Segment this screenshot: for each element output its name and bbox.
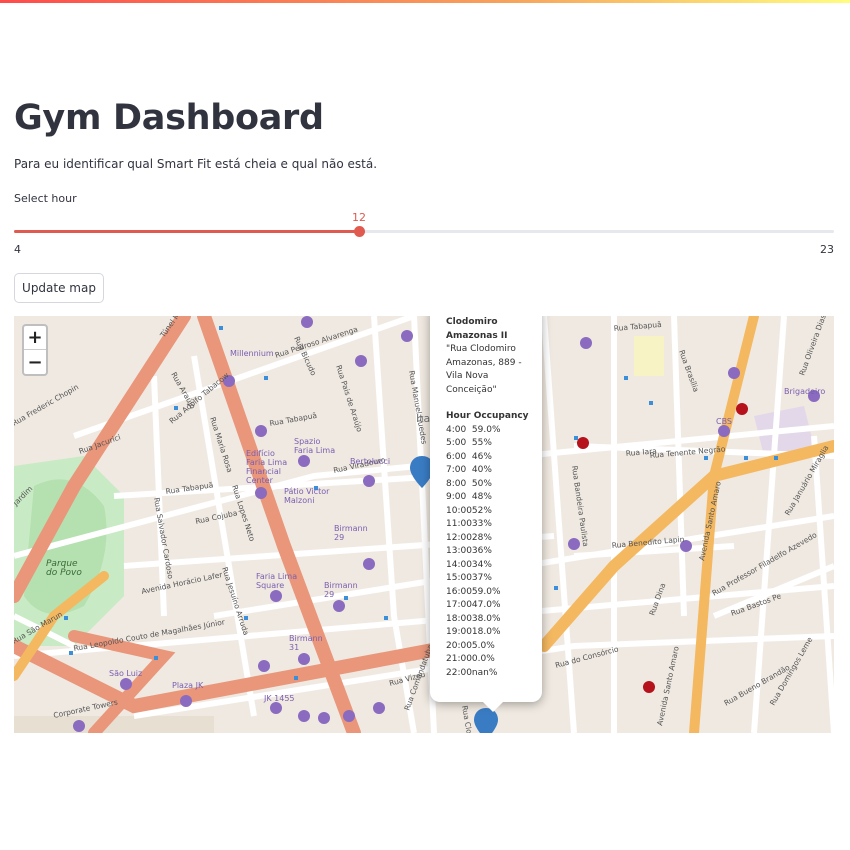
popup-occupancy-row: 17:0047.0% <box>446 600 501 610</box>
zoom-out-button[interactable]: − <box>24 350 46 374</box>
label-rua-brasilia: Rua Brasília <box>677 349 701 394</box>
popup-occupancy-row: 13:0036% <box>446 546 492 556</box>
popup-occupancy-row: 21:000.0% <box>446 654 495 664</box>
label-rua-clodomiro: Rua Clodo <box>460 705 476 733</box>
popup-occupancy-row: 18:0038.0% <box>446 613 501 624</box>
popup-occupancy-row: 11:0033% <box>446 519 492 529</box>
label-rua-cojuba: Rua Cojuba <box>195 508 239 526</box>
label-cbs: CBS <box>716 417 732 426</box>
label-patio: Pátio Victor Malzoni <box>284 487 330 505</box>
popup-occupancy-row: 9:00 48% <box>446 492 492 502</box>
label-parque: Parque do Povo <box>46 559 82 578</box>
popup-occupancy-list: 4:00 59.0% 5:00 55% 6:00 46% 7:00 40% 8:00 5… <box>446 424 534 681</box>
popup-occupancy-row: 5:00 55% <box>446 438 492 448</box>
map-view[interactable]: Rua Pedroso Alvarenga Rua Tabapuã Rua Ta… <box>14 316 834 733</box>
label-bertolucci: Bertolucci <box>350 457 390 466</box>
popup-occupancy-row: 8:00 50% <box>446 478 492 489</box>
zoom-in-button[interactable]: + <box>24 326 46 350</box>
popup-occupancy-row: 7:00 40% <box>446 465 492 475</box>
label-rua-oliveira: Rua Oliveira Dias <box>797 316 827 377</box>
popup-table-header: Hour Occupancy <box>446 411 529 421</box>
label-rua-frederico: Rua Frederic Chopin <box>14 382 80 427</box>
popup-occupancy-row: 10:0052% <box>446 505 492 516</box>
label-edificio: Edifício Faria Lima Financial Center <box>246 449 287 485</box>
popup-gym-name: Clodomiro Amazonas II <box>446 317 508 341</box>
popup-tip <box>483 702 503 712</box>
label-rua-tabapua-3: Rua Tabapuã <box>613 320 662 333</box>
map-tiles[interactable]: Rua Pedroso Alvarenga Rua Tabapuã Rua Ta… <box>14 316 834 733</box>
popup-occupancy-row: 22:00nan% <box>446 667 498 678</box>
hour-slider[interactable]: 12 4 23 <box>14 210 834 260</box>
popup-occupancy-row: 19:0018.0% <box>446 627 501 637</box>
label-birmann29a: Birmann 29 <box>334 524 368 542</box>
slider-min-label: 4 <box>14 243 21 256</box>
label-av-santo-amaro-2: Avenida Santo Amaro <box>655 645 681 726</box>
popup-occupancy-row: 20:005.0% <box>446 640 495 651</box>
label-rua-pais-araujo: Rua Pais de Araújo <box>334 364 364 434</box>
park-label: Parque do Povo <box>46 559 82 578</box>
label-rua-bandeira: Rua Bandeira Paulista <box>570 465 590 547</box>
label-av-horacio: Avenida Horácio Lafer <box>141 570 224 596</box>
popup-occupancy-row: 6:00 46% <box>446 451 492 462</box>
slider-value: 12 <box>352 211 366 224</box>
update-map-button[interactable]: Update map <box>14 273 104 303</box>
popup-occupancy-row: 16:0059.0% <box>446 586 501 597</box>
page-title: Gym Dashboard <box>14 98 324 138</box>
popup-occupancy-row: 4:00 59.0% <box>446 424 501 435</box>
slider-thumb[interactable] <box>354 226 365 237</box>
top-decoration-bar <box>0 0 850 3</box>
slider-fill <box>14 230 359 233</box>
slider-max-label: 23 <box>820 243 834 256</box>
popup-occupancy-row: 12:0028% <box>446 532 492 543</box>
zoom-control: + − <box>22 324 48 376</box>
popup-occupancy-row: 14:0034% <box>446 559 492 570</box>
label-jk1455: JK 1455 <box>263 694 295 703</box>
popup-gym-address: "Rua Clodomiro Amazonas, 889 - Vila Nova… <box>446 344 522 395</box>
gym-popup: Clodomiro Amazonas II "Rua Clodomiro Ama… <box>430 316 542 702</box>
slider-label: Select hour <box>14 192 77 205</box>
label-sao-luiz: São Luiz <box>109 669 142 678</box>
label-brigadeiro: Brigadeiro <box>784 387 825 396</box>
popup-occupancy-row: 15:0037% <box>446 573 492 583</box>
label-ita: Ita <box>416 412 430 425</box>
label-rua-tabapua-1: Rua Tabapuã <box>269 411 318 428</box>
label-millennium: Millennium <box>230 349 274 358</box>
school-block <box>634 336 664 376</box>
label-spazio: Spazio Faria Lima <box>294 437 335 455</box>
label-plaza-jk: Plaza JK <box>172 681 204 690</box>
page-subtitle: Para eu identificar qual Smart Fit está … <box>14 157 378 171</box>
